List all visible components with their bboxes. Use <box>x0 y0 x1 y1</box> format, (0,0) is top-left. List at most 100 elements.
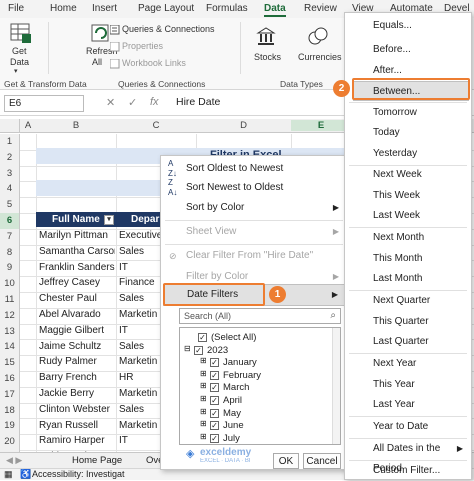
header-full-name[interactable]: Full Name ▾ <box>36 212 116 227</box>
cell-full-name[interactable]: Jeffrey Casey <box>39 275 115 291</box>
checkbox-icon[interactable]: ✓ <box>210 370 219 380</box>
date-filter-before[interactable]: Before... <box>345 40 471 60</box>
row-header[interactable]: 18 <box>0 402 20 419</box>
cell-department[interactable]: IT <box>119 260 161 276</box>
cancel-button[interactable]: Cancel <box>303 453 341 469</box>
cancel-icon[interactable]: ✕ <box>106 96 115 109</box>
menu-sort-oldest[interactable]: A Z↓ Sort Oldest to Newest <box>161 159 347 179</box>
tab-review[interactable]: Review <box>304 3 337 14</box>
date-filter-last-year[interactable]: Last Year <box>345 395 471 415</box>
formula-input[interactable]: Hire Date <box>176 96 220 108</box>
checkbox-icon[interactable]: ✓ <box>210 358 219 368</box>
date-filter-next-year[interactable]: Next Year <box>345 354 471 374</box>
cell-full-name[interactable]: Chester Paul <box>39 291 115 307</box>
tab-file[interactable]: File <box>8 3 24 14</box>
row-header[interactable]: 15 <box>0 355 20 371</box>
cell-department[interactable]: Finance <box>119 275 161 291</box>
sheet-tab-home-page[interactable]: Home Page <box>72 455 122 466</box>
row-header[interactable]: 6 <box>0 213 20 229</box>
date-filter-last-week[interactable]: Last Week <box>345 206 471 226</box>
row-header[interactable]: 17 <box>0 386 20 403</box>
date-filter-yesterday[interactable]: Yesterday <box>345 144 471 164</box>
date-filter-last-month[interactable]: Last Month <box>345 269 471 289</box>
expand-icon[interactable]: ⊞ <box>200 356 207 365</box>
col-header-b[interactable]: B <box>36 120 116 131</box>
select-all-corner[interactable] <box>0 119 20 133</box>
cell-full-name[interactable]: Jaime Schultz <box>39 339 115 355</box>
col-header-a[interactable]: A <box>20 120 36 131</box>
col-header-d[interactable]: D <box>196 120 291 131</box>
tab-insert[interactable]: Insert <box>92 3 117 14</box>
expand-icon[interactable]: ⊞ <box>200 394 207 403</box>
row-header[interactable]: 8 <box>0 244 20 261</box>
expand-icon[interactable]: ⊞ <box>200 432 207 441</box>
menu-sort-by-color[interactable]: Sort by Color ▶ <box>161 198 347 218</box>
cell-department[interactable]: Marketin <box>119 354 161 370</box>
cell-full-name[interactable]: Abel Alvarado <box>39 307 115 323</box>
tab-home[interactable]: Home <box>50 3 77 14</box>
tree-scrollbar[interactable] <box>332 328 340 444</box>
cell-department[interactable]: Sales <box>119 339 161 355</box>
checkbox-icon[interactable]: ✓ <box>198 333 207 342</box>
cell-full-name[interactable]: Maggie Gilbert <box>39 323 115 339</box>
checkbox-icon[interactable]: ✓ <box>210 396 219 405</box>
date-filter-custom-filter[interactable]: Custom Filter... <box>345 461 471 481</box>
checkbox-icon[interactable]: ✓ <box>210 433 219 443</box>
row-header[interactable]: 12 <box>0 307 20 324</box>
row-header[interactable]: 11 <box>0 292 20 308</box>
row-header[interactable]: 7 <box>0 228 20 245</box>
cell-department[interactable]: IT <box>119 323 161 339</box>
enter-icon[interactable]: ✓ <box>128 96 137 109</box>
row-header[interactable]: 16 <box>0 371 20 387</box>
cell-full-name[interactable]: Marilyn Pittman <box>39 228 115 244</box>
row-header[interactable]: 10 <box>0 276 20 292</box>
cell-full-name[interactable]: Barry French <box>39 370 115 386</box>
search-input[interactable]: Search (All) ⌕ <box>179 308 341 324</box>
cell-full-name[interactable]: Samantha Carson <box>39 244 115 260</box>
date-filter-this-year[interactable]: This Year <box>345 375 471 395</box>
cell-department[interactable]: Marketin <box>119 386 161 402</box>
date-filter-year-to-date[interactable]: Year to Date <box>345 417 471 437</box>
row-header[interactable]: 5 <box>0 197 20 213</box>
cell-department[interactable]: HR <box>119 370 161 386</box>
date-filter-next-quarter[interactable]: Next Quarter <box>345 291 471 311</box>
menu-sort-newest[interactable]: Z A↓ Sort Newest to Oldest <box>161 178 347 198</box>
date-filter-all-dates-in-the-period[interactable]: All Dates in the Period ▶ <box>345 439 471 474</box>
cell-department[interactable]: Marketin <box>119 307 161 323</box>
header-department[interactable]: Depar <box>116 212 164 227</box>
row-header[interactable]: 9 <box>0 260 20 277</box>
date-filter-this-week[interactable]: This Week <box>345 186 471 206</box>
scroll-sheets-icon[interactable]: ◀ ▶ <box>6 455 22 466</box>
cell-full-name[interactable]: Ryan Russell <box>39 418 115 434</box>
row-header[interactable]: 3 <box>0 165 20 182</box>
checkbox-icon[interactable]: ✓ <box>210 421 219 431</box>
date-filter-equals[interactable]: Equals... <box>345 16 471 36</box>
row-header[interactable]: 2 <box>0 149 20 166</box>
checkbox-icon[interactable]: ✓ <box>194 345 203 355</box>
date-filter-next-month[interactable]: Next Month <box>345 228 471 248</box>
date-filter-this-quarter[interactable]: This Quarter <box>345 312 471 332</box>
cell-department[interactable]: Marketin <box>119 418 161 434</box>
col-header-e[interactable]: E <box>291 120 351 131</box>
checkbox-icon[interactable]: ✓ <box>210 383 219 393</box>
cell-full-name[interactable]: Jackie Berry <box>39 386 115 402</box>
date-filter-this-month[interactable]: This Month <box>345 249 471 269</box>
checkbox-icon[interactable]: ✓ <box>210 408 219 418</box>
name-box[interactable]: E6 <box>4 95 84 112</box>
row-header[interactable]: 14 <box>0 339 20 356</box>
col-header-c[interactable]: C <box>116 120 196 131</box>
row-header[interactable]: 20 <box>0 434 20 450</box>
cell-department[interactable]: Sales <box>119 244 161 260</box>
cell-department[interactable]: Sales <box>119 291 161 307</box>
accessibility-status[interactable]: Accessibility: Investigat <box>32 469 125 479</box>
cell-full-name[interactable]: Franklin Sanders <box>39 260 115 276</box>
expand-icon[interactable]: ⊞ <box>200 369 207 378</box>
cell-full-name[interactable]: Rudy Palmer <box>39 354 115 370</box>
cell-department[interactable]: IT <box>119 433 161 449</box>
date-filter-next-week[interactable]: Next Week <box>345 165 471 185</box>
cell-department[interactable]: Executive <box>119 228 161 244</box>
cell-full-name[interactable]: Ramiro Harper <box>39 433 115 449</box>
collapse-icon[interactable]: ⊟ <box>184 344 191 353</box>
tab-page-layout[interactable]: Page Layout <box>138 3 194 14</box>
expand-icon[interactable]: ⊞ <box>200 419 207 428</box>
